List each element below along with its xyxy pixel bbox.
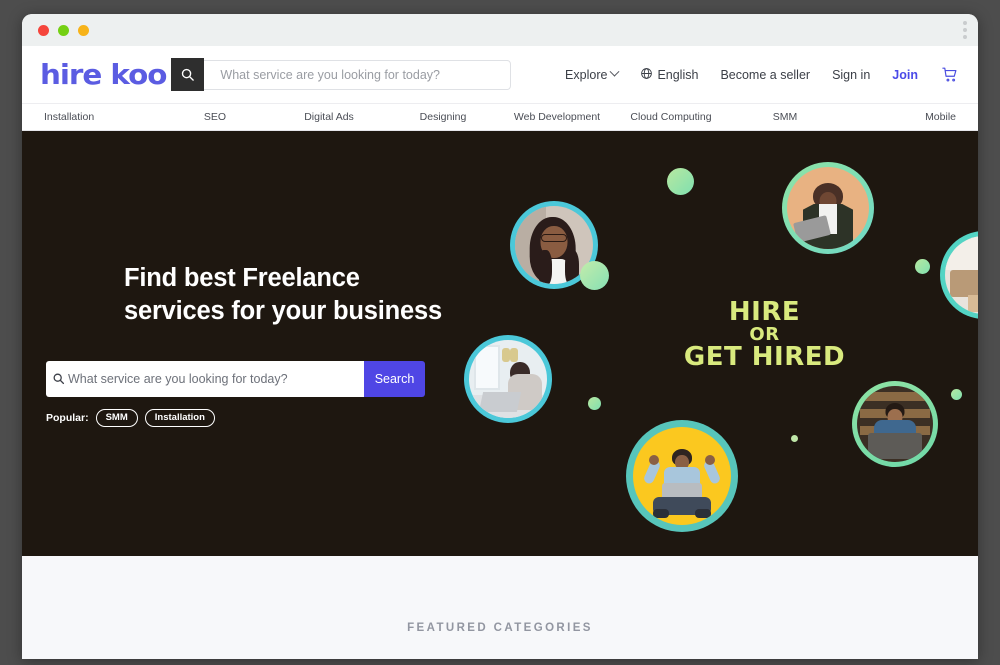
maximize-button[interactable] [58,24,69,36]
popular-searches: Popular: SMM Installation [46,409,215,427]
shopping-cart-icon[interactable] [940,65,960,84]
hero-slogan: HIRE OR GET HIRED [662,299,867,370]
category-mobile[interactable]: Mobile [842,111,956,123]
nav-sign-in-label: Sign in [832,67,871,82]
category-installation[interactable]: Installation [44,111,158,123]
avatar-accent-dot-woman-glasses [580,261,609,290]
nav-become-a-seller-label: Become a seller [720,67,811,82]
browser-title-bar [22,14,978,46]
site-logo[interactable]: hire koo [40,58,167,91]
nav-sign-in[interactable]: Sign in [832,68,870,82]
screenshot-root: hire koo Explore [0,0,1000,665]
avatar-woman-at-desk [464,335,552,423]
avatar-workspace-partial [940,231,978,319]
avatar-man-holding-laptop [782,162,874,254]
category-web-development[interactable]: Web Development [500,111,614,123]
hero-search: Search [46,361,425,397]
avatar-man-celebrating [626,420,738,532]
popular-tag-smm[interactable]: SMM [95,409,138,427]
hero-title: Find best Freelance services for your bu… [124,264,442,325]
avatar-man-in-library [852,381,938,467]
globe-icon [640,67,653,83]
decorative-dot-1 [667,168,694,195]
search-icon[interactable] [171,57,205,91]
decorative-dot-5 [951,389,962,400]
header-nav: Explore English Become a seller Sign in … [565,46,960,103]
hero-section: Find best Freelance services for your bu… [22,131,978,556]
decorative-dot-3 [588,397,601,410]
category-digital-ads[interactable]: Digital Ads [272,111,386,123]
hero-search-button[interactable]: Search [364,361,425,397]
nav-explore-label: Explore [565,67,608,82]
category-smm[interactable]: SMM [728,111,842,123]
hero-search-input[interactable] [46,361,364,397]
nav-language[interactable]: English [640,67,698,83]
nav-become-a-seller[interactable]: Become a seller [720,68,810,82]
chevron-down-icon [609,66,620,77]
decorative-dot-2 [915,259,930,274]
kebab-menu-icon[interactable] [963,21,967,39]
featured-categories-title: FEATURED CATEGORIES [407,622,593,634]
popular-tag-installation[interactable]: Installation [144,409,215,427]
minimize-button[interactable] [78,24,89,36]
nav-join[interactable]: Join [892,68,918,82]
hero-copy: Find best Freelance services for your bu… [124,262,474,327]
site-header: hire koo Explore [22,46,978,103]
category-designing[interactable]: Designing [386,111,500,123]
decorative-dot-4 [791,435,798,442]
nav-join-label: Join [892,67,918,82]
featured-categories-section: FEATURED CATEGORIES [22,556,978,659]
hero-search-field [46,361,364,397]
close-button[interactable] [38,24,49,36]
window-controls [38,24,89,36]
nav-language-label: English [657,67,699,82]
nav-explore[interactable]: Explore [565,66,620,82]
slogan-line-1: HIRE [728,297,801,327]
browser-window: hire koo Explore [22,14,978,659]
header-search [171,57,512,91]
popular-label: Popular: [46,411,89,424]
category-seo[interactable]: SEO [158,111,272,123]
header-search-input[interactable] [171,59,512,90]
category-cloud-computing[interactable]: Cloud Computing [614,111,728,123]
slogan-line-3: GET HIRED [683,341,846,372]
category-nav: Installation SEO Digital Ads Designing W… [22,103,978,131]
